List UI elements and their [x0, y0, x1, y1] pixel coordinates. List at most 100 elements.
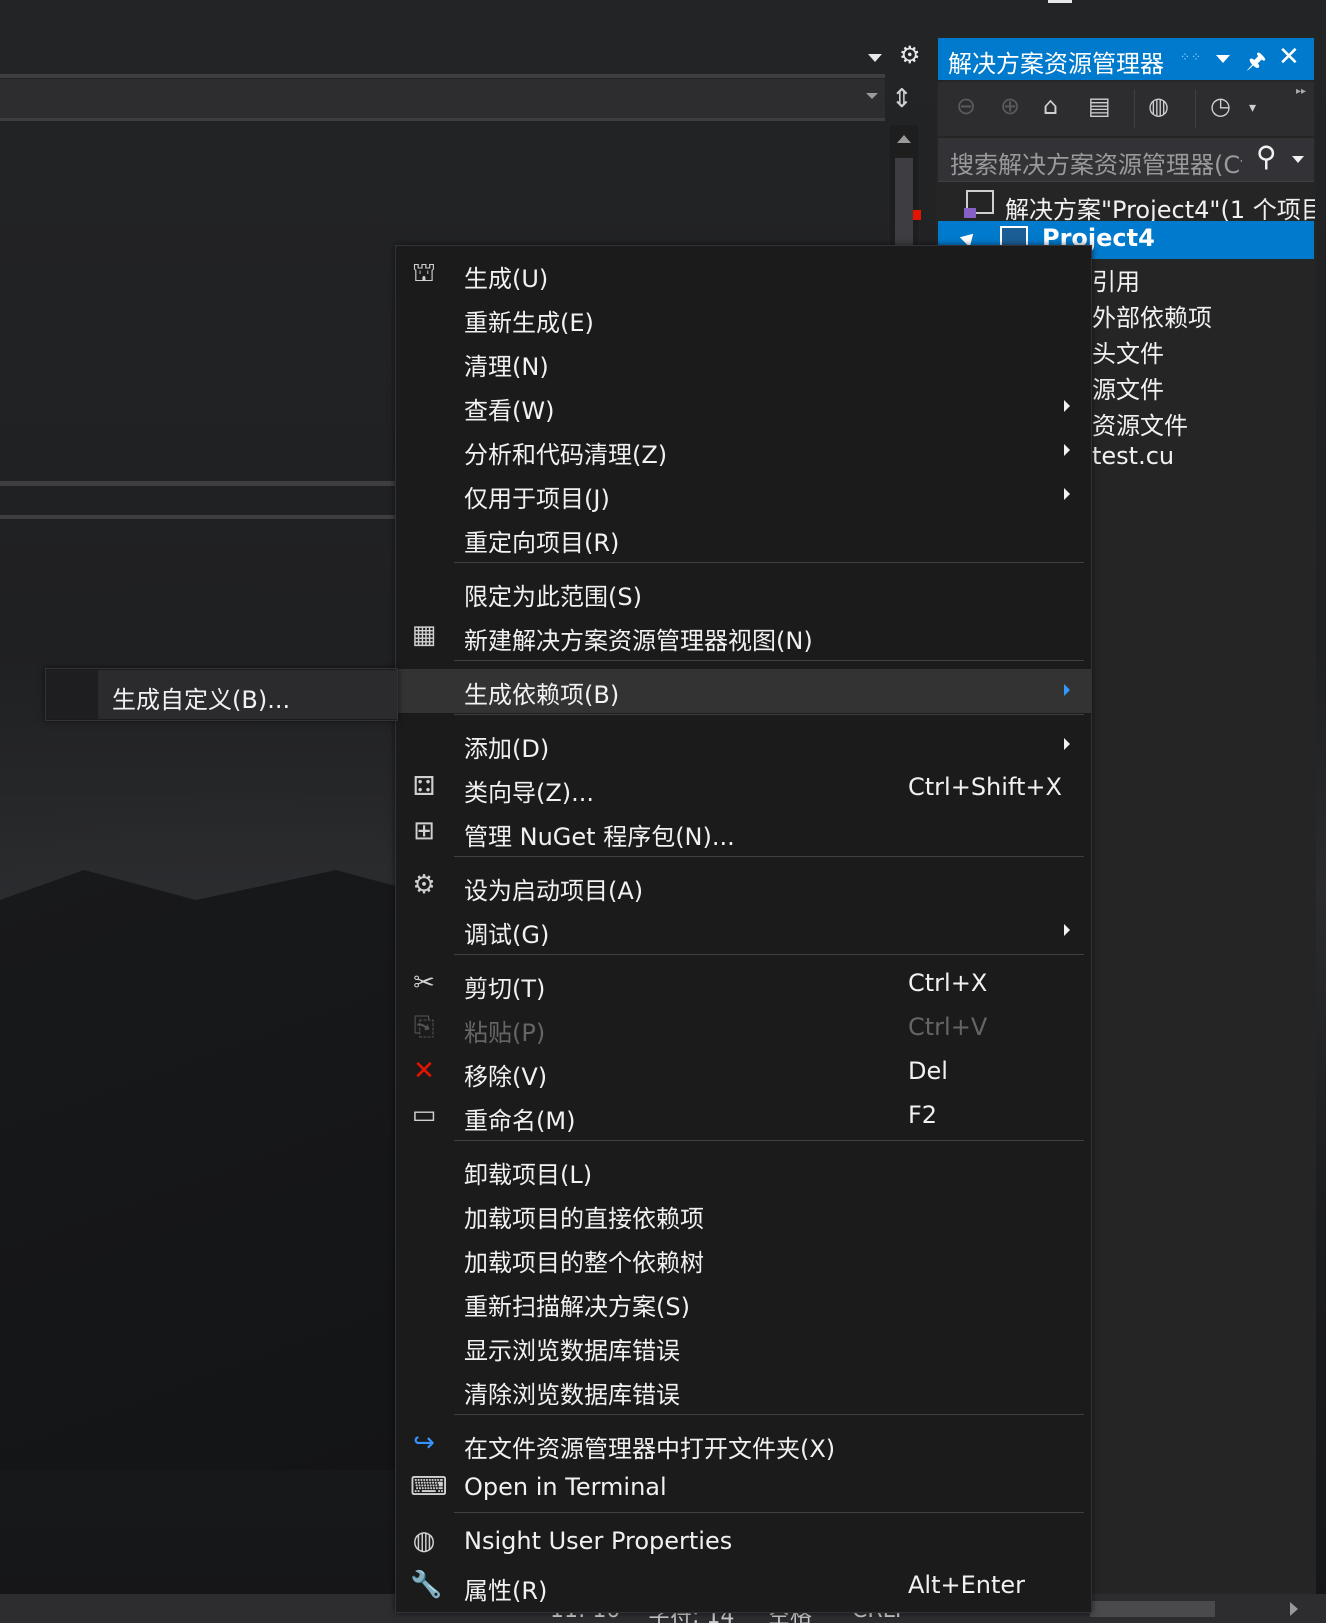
tree-item-resource-files[interactable]: 资源文件	[1092, 406, 1188, 441]
rename-icon: ▭	[411, 1100, 437, 1130]
chevron-down-icon[interactable]	[866, 93, 878, 99]
menu-item[interactable]: 调试(G)	[396, 909, 1091, 953]
menu-item-shortcut: Alt+Enter	[908, 1571, 1026, 1599]
menu-item[interactable]: ✕ 移除(V) Del	[396, 1051, 1091, 1095]
scroll-right-icon[interactable]	[1290, 1602, 1298, 1616]
menu-separator	[454, 660, 1084, 661]
split-window-icon[interactable]: ⇕	[891, 84, 913, 114]
window-position-dropdown-icon[interactable]	[1216, 55, 1230, 63]
open-folder-icon: ↪	[413, 1428, 435, 1458]
menu-item-shortcut: Ctrl+V	[908, 1013, 988, 1041]
menu-item-label: 查看(W)	[464, 397, 555, 425]
menu-item-label: 调试(G)	[464, 921, 550, 949]
close-icon[interactable]: ✕	[1278, 42, 1300, 72]
menu-item-shortcut: Del	[908, 1057, 948, 1085]
menu-item-label: 重命名(M)	[464, 1107, 576, 1135]
menu-item[interactable]: 清理(N)	[396, 341, 1091, 385]
nsight-globe-icon[interactable]: ◍	[1148, 92, 1169, 120]
menu-item[interactable]: 加载项目的直接依赖项	[396, 1193, 1091, 1237]
menu-item[interactable]: ◍ Nsight User Properties	[396, 1521, 1091, 1565]
menu-item-label: 加载项目的直接依赖项	[464, 1205, 704, 1233]
menu-item[interactable]: ✂ 剪切(T) Ctrl+X	[396, 963, 1091, 1007]
tree-item-external-deps[interactable]: 外部依赖项	[1092, 298, 1212, 333]
chevron-down-icon[interactable]: ▾	[1249, 100, 1256, 116]
menu-item-label: 加载项目的整个依赖树	[464, 1249, 704, 1277]
menu-item-label: 添加(D)	[464, 735, 550, 763]
scroll-up-icon[interactable]	[897, 135, 911, 143]
submenu-icon-gutter	[46, 670, 98, 719]
menu-item[interactable]: ⚙ 设为启动项目(A)	[396, 865, 1091, 909]
menu-item[interactable]: ⌨ Open in Terminal	[396, 1467, 1091, 1511]
tree-item-source-files[interactable]: 源文件	[1092, 370, 1164, 405]
gear-icon[interactable]: ⚙	[899, 41, 921, 69]
menu-item-label: 清理(N)	[464, 353, 549, 381]
menu-item-label: 仅用于项目(J)	[464, 485, 610, 513]
menu-item-label: 重定向项目(R)	[464, 529, 620, 557]
menu-item[interactable]: 重新生成(E)	[396, 297, 1091, 341]
menu-item-label: 生成依赖项(B)	[464, 681, 620, 709]
menu-separator	[454, 954, 1084, 955]
back-arrow-icon[interactable]: ⊖	[956, 92, 976, 120]
gear-icon: ⚙	[412, 870, 436, 900]
menu-item[interactable]: ⊞ 管理 NuGet 程序包(N)...	[396, 811, 1091, 855]
toolbar-separator	[1134, 90, 1135, 128]
search-input[interactable]: 搜索解决方案资源管理器(Ctrl+;)	[950, 145, 1242, 180]
menu-item[interactable]: 重新扫描解决方案(S)	[396, 1281, 1091, 1325]
build-icon: ⛫	[412, 258, 436, 288]
toolbar-overflow-icon[interactable]: ▸▸	[1296, 86, 1306, 97]
scrollbar-thumb[interactable]	[895, 158, 913, 248]
menu-item[interactable]: 限定为此范围(S)	[396, 571, 1091, 615]
menu-item: ⎘ 粘贴(P) Ctrl+V	[396, 1007, 1091, 1051]
submenu-arrow-icon	[1064, 488, 1070, 500]
forward-arrow-icon[interactable]: ⊕	[1000, 92, 1020, 120]
menu-item[interactable]: 添加(D)	[396, 723, 1091, 767]
search-options-dropdown-icon[interactable]	[1292, 156, 1304, 163]
menu-item[interactable]: 重定向项目(R)	[396, 517, 1091, 561]
menu-item[interactable]: 分析和代码清理(Z)	[396, 429, 1091, 473]
tree-item-test-cu[interactable]: test.cu	[1092, 442, 1174, 470]
panel-divider	[0, 515, 395, 519]
menu-item[interactable]: 显示浏览数据库错误	[396, 1325, 1091, 1369]
pin-icon[interactable]: 🖈	[1246, 44, 1266, 82]
submenu-arrow-icon	[1064, 400, 1070, 412]
drag-handle-icon[interactable]: ⁘⁘	[1180, 50, 1202, 64]
menu-item-label: 设为启动项目(A)	[464, 877, 644, 905]
menu-item[interactable]: ▭ 重命名(M) F2	[396, 1095, 1091, 1139]
home-icon[interactable]: ⌂	[1043, 92, 1058, 120]
menu-item-label: 重新扫描解决方案(S)	[464, 1293, 690, 1321]
nuget-icon: ⊞	[413, 816, 435, 846]
switch-views-icon[interactable]: ▤	[1088, 92, 1111, 120]
menu-item[interactable]: ▦ 新建解决方案资源管理器视图(N)	[396, 615, 1091, 659]
menu-item[interactable]: 卸载项目(L)	[396, 1149, 1091, 1193]
menu-item[interactable]: 生成依赖项(B)	[396, 669, 1091, 713]
chevron-down-icon[interactable]	[868, 54, 882, 62]
menu-item[interactable]: ↪ 在文件资源管理器中打开文件夹(X)	[396, 1423, 1091, 1467]
menu-item-label: 分析和代码清理(Z)	[464, 441, 668, 469]
menu-item-shortcut: Ctrl+Shift+X	[908, 773, 1062, 801]
submenu-item-label: 生成自定义(B)...	[112, 686, 291, 714]
tree-item-solution[interactable]: 解决方案"Project4"(1 个项目/共 1 个)	[1005, 190, 1315, 225]
menu-item-label: 重新生成(E)	[464, 309, 594, 337]
menu-item[interactable]: 查看(W)	[396, 385, 1091, 429]
submenu-arrow-icon	[1064, 444, 1070, 456]
menu-item[interactable]: ⚃ 类向导(Z)... Ctrl+Shift+X	[396, 767, 1091, 811]
pending-changes-filter-icon[interactable]: ◷	[1210, 92, 1231, 120]
menu-item[interactable]: 清除浏览数据库错误	[396, 1369, 1091, 1413]
solution-icon	[964, 190, 994, 218]
window-edge	[1048, 0, 1072, 3]
toolbar-separator	[1195, 90, 1196, 128]
menu-item[interactable]: 🔧 属性(R) Alt+Enter	[396, 1565, 1091, 1609]
editor-border	[0, 74, 885, 78]
menu-item[interactable]: ⛫ 生成(U)	[396, 253, 1091, 297]
menu-item-label: 显示浏览数据库错误	[464, 1337, 680, 1365]
tree-item-references[interactable]: 引用	[1092, 262, 1312, 297]
horizontal-scrollbar-thumb[interactable]	[1090, 1601, 1215, 1617]
solution-explorer-toolbar	[938, 82, 1314, 136]
menu-item[interactable]: 仅用于项目(J)	[396, 473, 1091, 517]
editor-navigation-dropdown[interactable]	[0, 79, 885, 121]
tree-item-header-files[interactable]: 头文件	[1092, 334, 1164, 369]
search-icon[interactable]: ⚲	[1256, 140, 1277, 173]
menu-item[interactable]: 加载项目的整个依赖树	[396, 1237, 1091, 1281]
menu-item-shortcut: Ctrl+X	[908, 969, 988, 997]
menu-item-label: 生成(U)	[464, 265, 549, 293]
